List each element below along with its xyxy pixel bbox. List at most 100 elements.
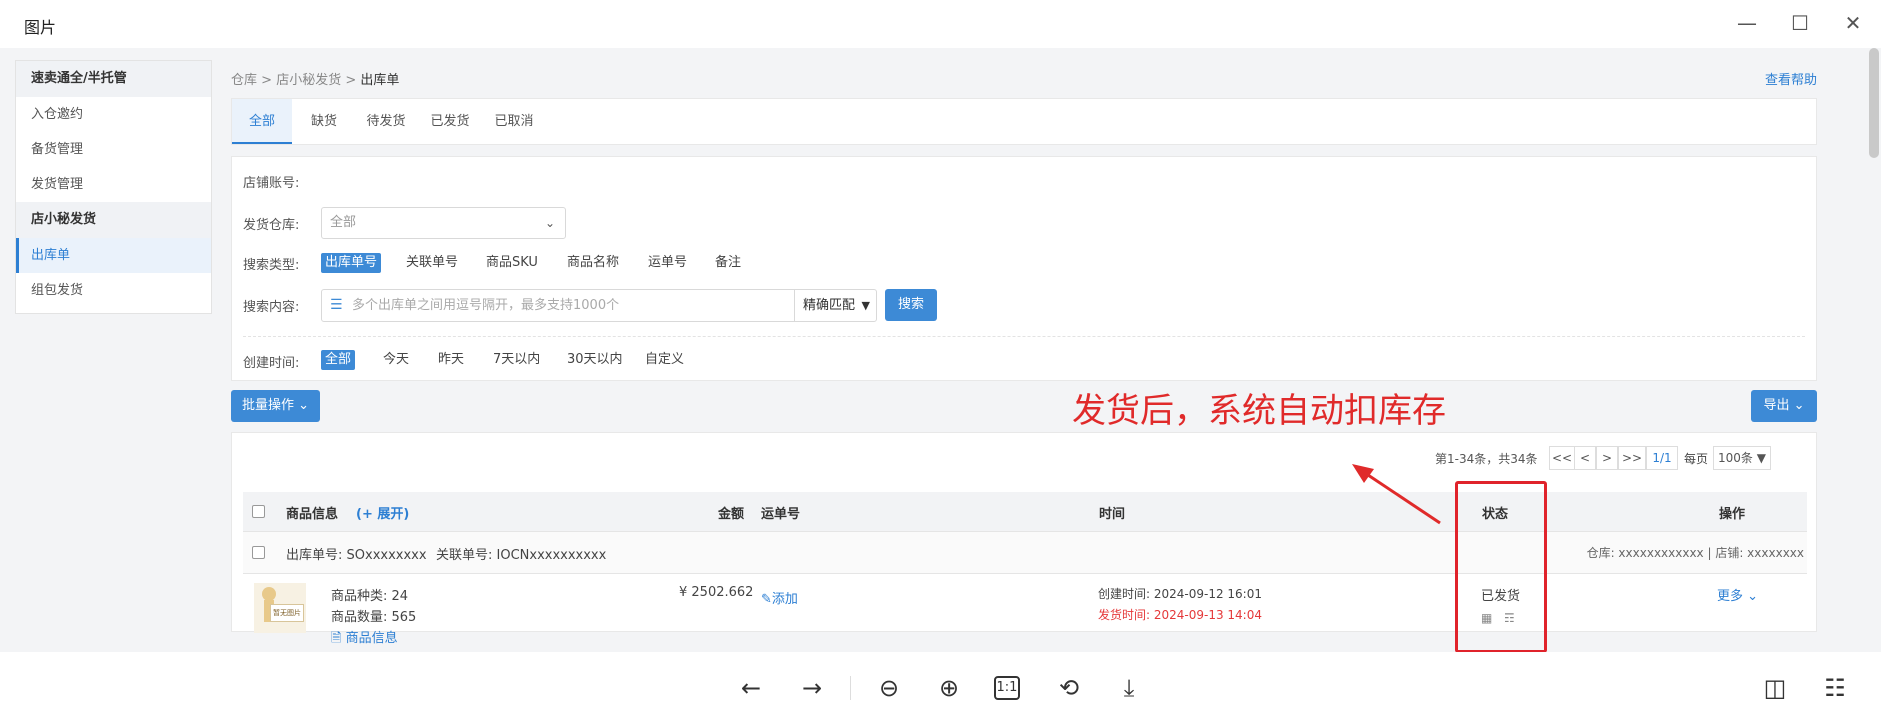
actual-size-icon[interactable]: 1:1 — [994, 676, 1020, 700]
search-type-tracking-no[interactable]: 运单号 — [644, 253, 691, 273]
shop-account-label: 店铺账号: — [243, 176, 300, 191]
per-page-label: 每页 — [1684, 452, 1709, 466]
export-label: 导出 — [1763, 398, 1790, 413]
search-type-sku[interactable]: 商品SKU — [482, 253, 542, 273]
breadcrumb-current: 出库单 — [360, 73, 400, 88]
next-page-button[interactable]: > — [1596, 446, 1618, 470]
window-title: 图片 — [24, 18, 57, 37]
col-product-info: 商品信息 — [286, 507, 339, 522]
per-page-select[interactable]: 100条 ▼ — [1713, 446, 1771, 470]
batch-operation-button[interactable]: 批量操作 ⌄ — [231, 390, 320, 422]
order-amount: ¥ 2502.662 — [679, 585, 754, 600]
warehouse-select[interactable]: 全部 ⌄ — [321, 207, 566, 239]
sidebar-group-title: 速卖通全/半托管 — [16, 61, 211, 97]
col-time: 时间 — [1099, 507, 1126, 522]
search-type-remark[interactable]: 备注 — [711, 253, 745, 273]
zoom-out-icon[interactable]: ⊖ — [873, 672, 905, 704]
sidebar-item-stock-management[interactable]: 备货管理 — [16, 132, 211, 167]
time-custom[interactable]: 自定义 — [641, 350, 688, 370]
time-all[interactable]: 全部 — [321, 350, 356, 370]
minimize-icon[interactable]: — — [1732, 8, 1762, 38]
related-order-no: 关联单号: IOCNxxxxxxxxxx — [436, 548, 607, 563]
order-checkbox[interactable] — [252, 546, 265, 559]
more-actions-button[interactable]: 更多 ⌄ — [1717, 585, 1758, 604]
annotation-text: 发货后，系统自动扣库存 — [1072, 391, 1446, 431]
chevron-down-icon: ▼ — [861, 299, 870, 312]
tab-pending-shipment[interactable]: 待发货 — [354, 99, 418, 144]
search-type-product-name[interactable]: 商品名称 — [563, 253, 623, 273]
col-tracking-no: 运单号 — [761, 507, 801, 522]
search-type-outbound-no[interactable]: 出库单号 — [321, 253, 382, 273]
time-30days[interactable]: 30天以内 — [563, 350, 627, 370]
chevron-down-icon: ▼ — [1756, 451, 1766, 465]
expand-link[interactable]: (+ 展开) — [356, 503, 409, 522]
col-amount: 金额 — [718, 507, 745, 522]
search-button[interactable]: 搜索 — [885, 289, 937, 321]
last-page-button[interactable]: >> — [1618, 446, 1646, 470]
arrow-left-icon[interactable]: ← — [735, 672, 767, 704]
warehouse-label: 发货仓库: — [243, 218, 300, 233]
text-recognition-icon[interactable]: ☷ — [1819, 672, 1851, 704]
warehouse-select-value: 全部 — [330, 215, 357, 230]
search-content-label: 搜索内容: — [243, 300, 300, 315]
sidebar-group-title: 店小秘发货 — [16, 202, 211, 238]
match-mode-value: 精确匹配 — [803, 298, 856, 313]
divider — [243, 336, 1805, 337]
page-indicator: 1/1 — [1646, 446, 1678, 470]
created-time: 创建时间: 2024-09-12 16:01 — [1098, 587, 1262, 601]
time-yesterday[interactable]: 昨天 — [434, 350, 468, 370]
tab-all[interactable]: 全部 — [232, 99, 292, 144]
chevron-down-icon: ⌄ — [298, 398, 310, 413]
chevron-down-icon: ⌄ — [1793, 398, 1805, 413]
breadcrumb-item[interactable]: 店小秘发货 — [276, 73, 341, 88]
more-actions-label: 更多 — [1717, 589, 1744, 604]
sidebar-item-shipping-management[interactable]: 发货管理 — [16, 167, 211, 202]
breadcrumb-separator: > — [261, 73, 273, 88]
export-button[interactable]: 导出 ⌄ — [1751, 390, 1817, 422]
breadcrumb: 仓库 > 店小秘发货 > 出库单 — [231, 69, 399, 88]
order-group-row: 出库单号: SOxxxxxxxx 关联单号: IOCNxxxxxxxxxx 仓库… — [243, 532, 1807, 574]
rotate-icon[interactable]: ⟲ — [1053, 672, 1085, 704]
document-icon: 🗎 — [331, 631, 342, 646]
match-mode-select[interactable]: 精确匹配 ▼ — [794, 289, 877, 322]
add-tracking-label: 添加 — [771, 592, 798, 607]
breadcrumb-item[interactable]: 仓库 — [231, 73, 257, 88]
product-info-link-label: 商品信息 — [345, 631, 398, 646]
time-today[interactable]: 今天 — [379, 350, 413, 370]
maximize-icon[interactable]: ☐ — [1785, 8, 1815, 38]
tab-shipped[interactable]: 已发货 — [419, 99, 481, 144]
batch-operation-label: 批量操作 — [241, 398, 294, 413]
translate-icon[interactable]: ◫ — [1759, 672, 1791, 704]
warehouse-shop-info: 仓库: xxxxxxxxxxxx | 店铺: xxxxxxxx — [1586, 546, 1804, 560]
download-icon[interactable]: ⤓ — [1113, 672, 1145, 704]
help-link[interactable]: 查看帮助 — [1765, 69, 1817, 88]
sidebar-item-package-shipping[interactable]: 组包发货 — [16, 273, 211, 308]
prev-page-button[interactable]: < — [1574, 446, 1596, 470]
product-info-link[interactable]: 🗎 商品信息 — [331, 627, 398, 651]
figure-head-shape — [262, 587, 276, 601]
annotation-arrow-icon — [1352, 464, 1441, 525]
search-input[interactable]: ☰ 多个出库单之间用逗号隔开，最多支持1000个 — [321, 289, 795, 322]
close-icon[interactable]: ✕ — [1838, 8, 1868, 38]
arrow-right-icon[interactable]: → — [796, 672, 828, 704]
add-tracking-link[interactable]: ✎添加 — [761, 588, 798, 607]
create-time-label: 创建时间: — [243, 356, 300, 371]
tab-out-of-stock[interactable]: 缺货 — [298, 99, 350, 144]
outbound-order-no: 出库单号: SOxxxxxxxx — [286, 548, 427, 563]
product-quantity: 商品数量: 565 — [331, 610, 417, 625]
shipped-time: 发货时间: 2024-09-13 14:04 — [1098, 608, 1262, 622]
zoom-in-icon[interactable]: ⊕ — [933, 672, 965, 704]
product-thumbnail: 暂无图片 — [254, 583, 306, 633]
search-placeholder: 多个出库单之间用逗号隔开，最多支持1000个 — [352, 298, 620, 313]
scrollbar[interactable] — [1869, 48, 1879, 158]
no-image-sign: 暂无图片 — [270, 604, 304, 622]
tab-cancelled[interactable]: 已取消 — [483, 99, 545, 144]
search-type-related-no[interactable]: 关联单号 — [402, 253, 462, 273]
sidebar-item-warehouse-invite[interactable]: 入仓邀约 — [16, 97, 211, 132]
chevron-down-icon: ⌄ — [544, 216, 555, 230]
list-icon: ☰ — [330, 297, 343, 313]
select-all-checkbox[interactable] — [252, 505, 265, 518]
sidebar-item-outbound-order[interactable]: 出库单 — [16, 238, 211, 273]
first-page-button[interactable]: << — [1549, 446, 1575, 470]
time-7days[interactable]: 7天以内 — [489, 350, 544, 370]
